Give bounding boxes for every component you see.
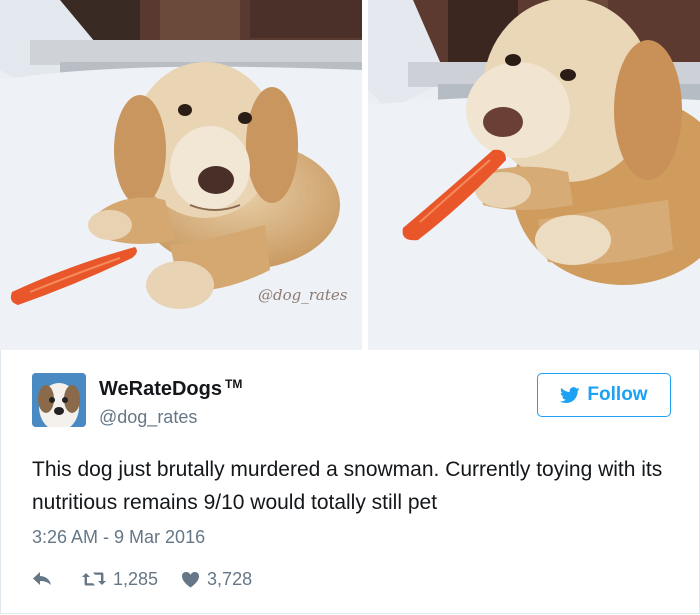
watermark-text: @dog_rates <box>258 286 348 304</box>
tweet-media[interactable]: @dog_rates <box>0 0 700 350</box>
photo-dog-with-carrot-right[interactable] <box>368 0 700 350</box>
retweet-button[interactable]: 1,285 <box>82 569 158 590</box>
follow-button[interactable]: Follow <box>537 373 671 417</box>
heart-icon <box>182 571 200 588</box>
display-name[interactable]: WeRateDogs <box>99 378 222 401</box>
trademark-mark: TM <box>225 377 243 391</box>
reply-button[interactable] <box>32 571 52 587</box>
account-handle[interactable]: @dog_rates <box>99 407 197 428</box>
twitter-bird-icon <box>560 386 581 403</box>
photo-dog-with-carrot-left[interactable]: @dog_rates <box>0 0 362 350</box>
tweet-text: This dog just brutally murdered a snowma… <box>32 458 663 514</box>
reply-icon <box>33 572 51 585</box>
retweet-icon <box>82 572 106 586</box>
tweet-actions: 1,285 3,728 <box>32 566 252 592</box>
like-button[interactable]: 3,728 <box>181 569 252 590</box>
follow-label: Follow <box>587 384 648 405</box>
avatar[interactable] <box>32 373 86 427</box>
like-count: 3,728 <box>207 568 253 589</box>
tweet-timestamp[interactable]: 3:26 AM - 9 Mar 2016 <box>32 527 205 548</box>
retweet-count: 1,285 <box>113 568 159 589</box>
account-name-row[interactable]: WeRateDogs TM <box>99 377 243 401</box>
tweet-card: WeRateDogs TM @dog_rates Follow This dog… <box>0 350 700 614</box>
